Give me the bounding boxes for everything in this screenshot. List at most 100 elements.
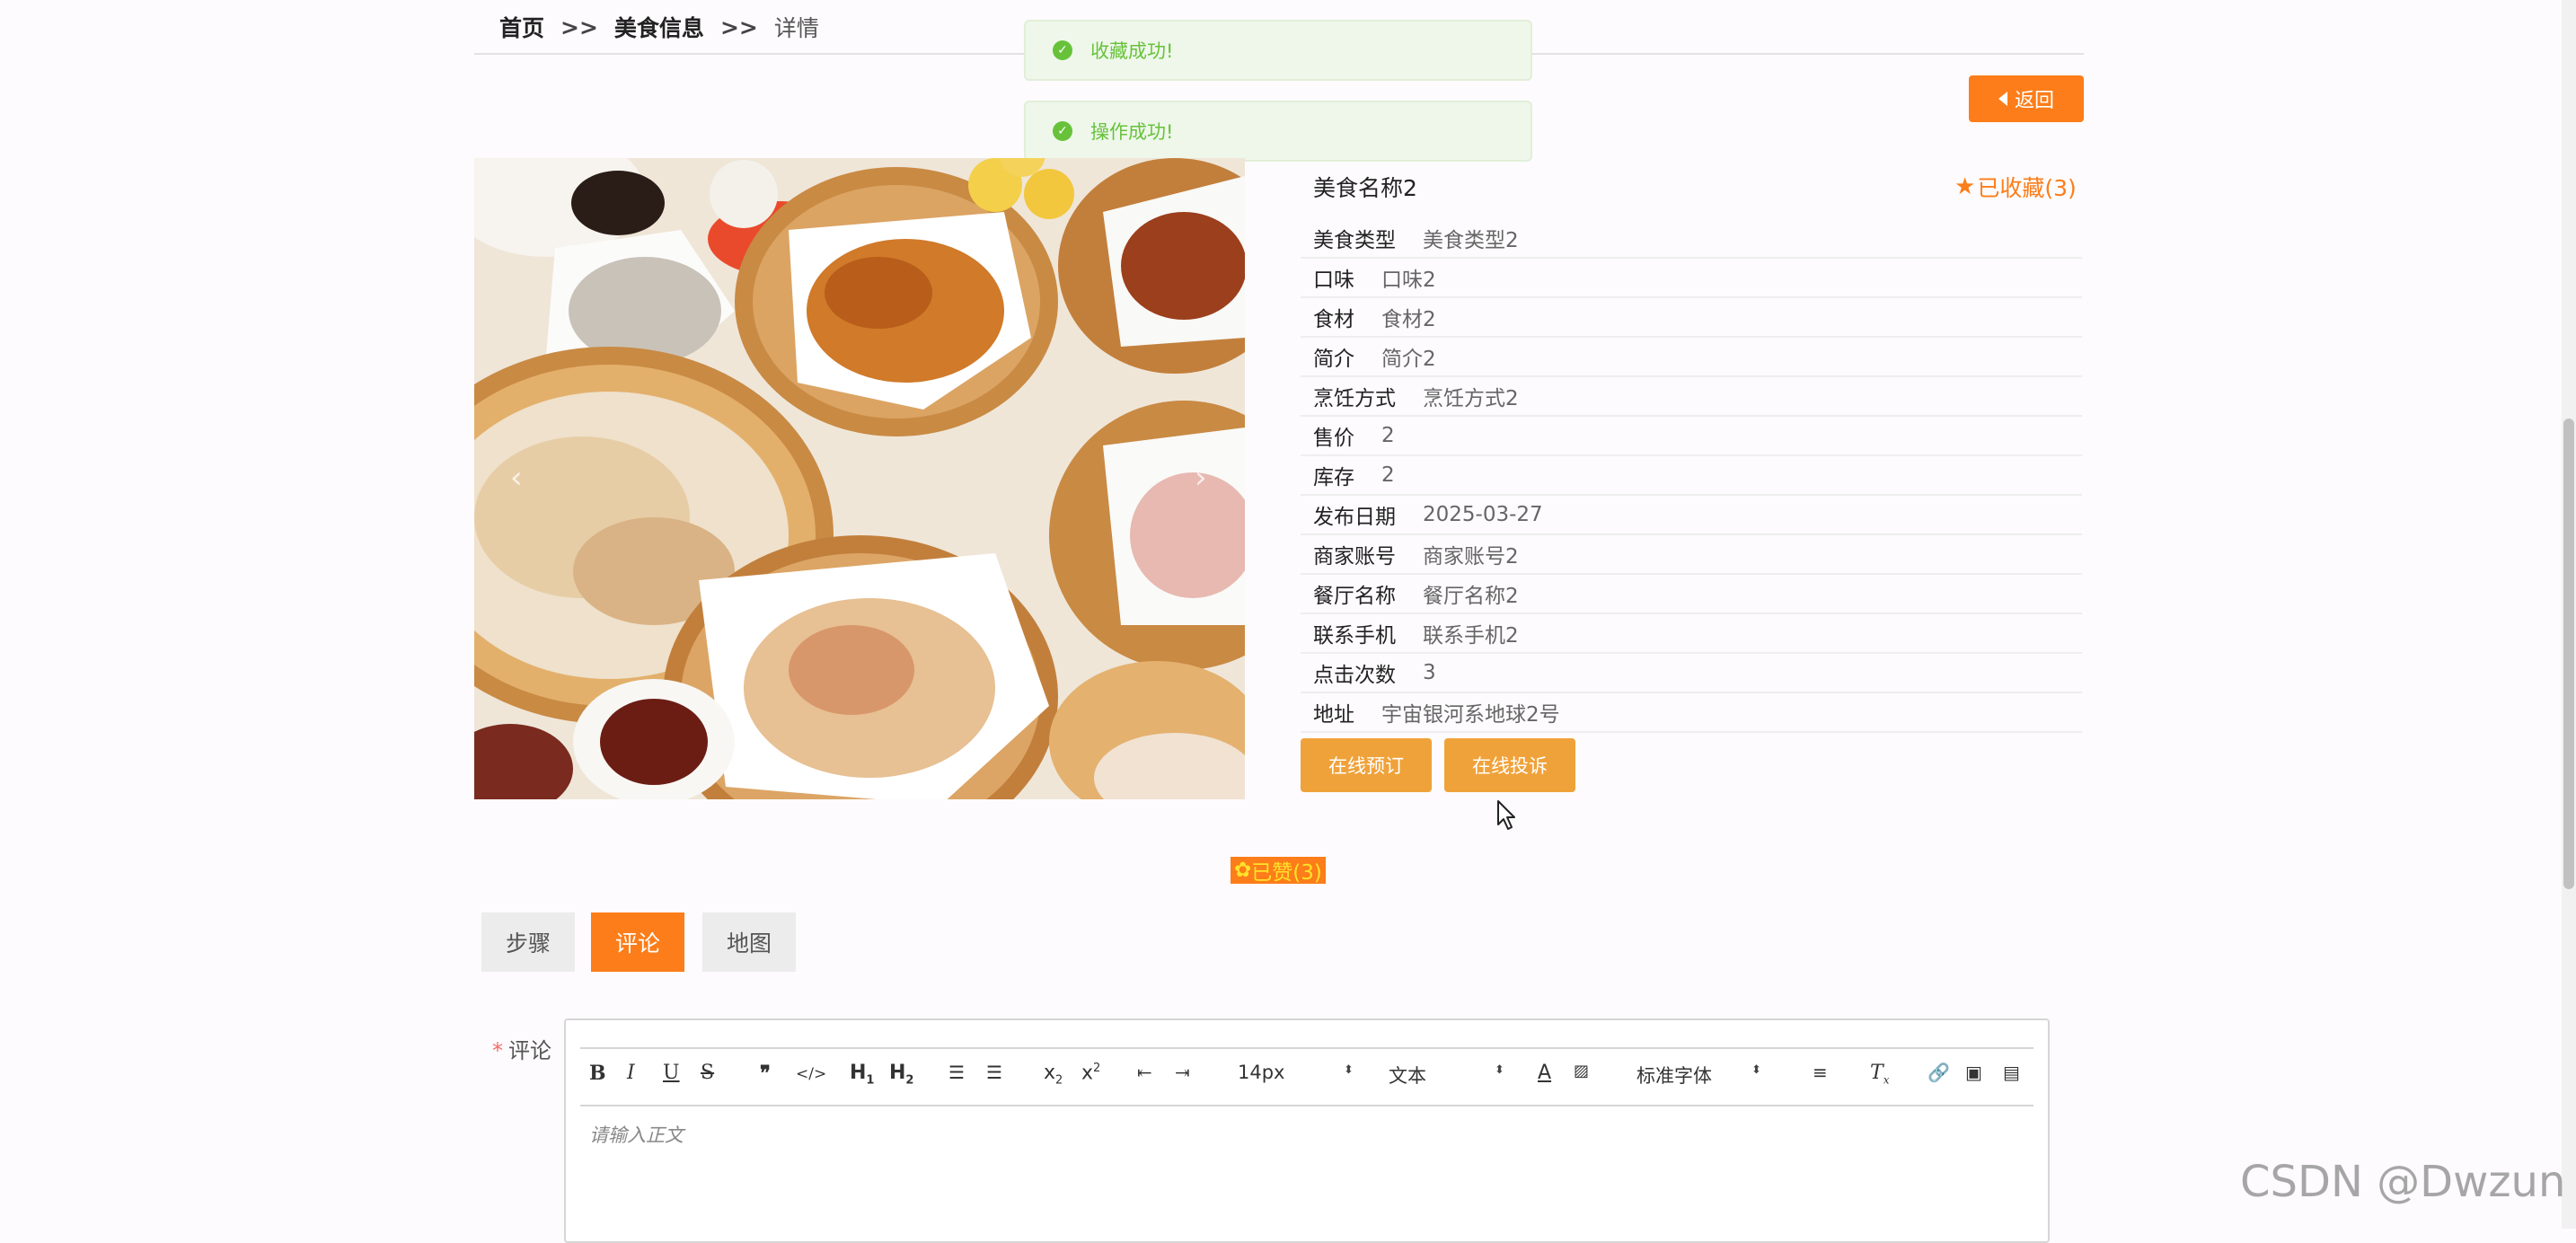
carousel-prev-button[interactable]: ‹: [510, 460, 523, 496]
comment-editor[interactable]: B I U S ❞ </> H1 H2 ☰ ☰ x2 x2 ⇤ ⇥ 14px ⬍ …: [564, 1018, 2050, 1243]
background-color-icon[interactable]: ▨: [1574, 1062, 1589, 1080]
indent-icon[interactable]: ⇥: [1175, 1062, 1190, 1083]
detail-row-label: 地址: [1313, 703, 1354, 727]
carousel-dot[interactable]: [817, 780, 850, 792]
carousel-dot[interactable]: [862, 780, 877, 792]
strikethrough-icon[interactable]: S: [701, 1062, 714, 1084]
detail-row-label: 简介: [1313, 348, 1354, 371]
detail-row: 食材 食材2: [1301, 298, 2082, 338]
detail-row-value: 简介2: [1381, 348, 1436, 371]
detail-row-value: 餐厅名称2: [1423, 585, 1519, 608]
detail-row-label: 发布日期: [1313, 506, 1396, 529]
check-circle-icon: ✓: [1053, 121, 1072, 141]
tab-steps[interactable]: 步骤: [481, 912, 575, 972]
detail-row-label: 商家账号: [1313, 545, 1396, 569]
check-circle-icon: ✓: [1053, 40, 1072, 60]
detail-row: 库存 2: [1301, 456, 2082, 496]
detail-row-label: 食材: [1313, 308, 1354, 331]
breadcrumb: 首页 >> 美食信息 >> 详情: [499, 9, 819, 45]
mouse-cursor-icon: [1497, 800, 1515, 830]
code-block-icon[interactable]: </>: [796, 1065, 826, 1083]
breadcrumb-category[interactable]: 美食信息: [614, 11, 704, 43]
breadcrumb-current: 详情: [773, 15, 819, 41]
complain-online-button[interactable]: 在线投诉: [1444, 738, 1575, 792]
detail-row-value: 商家账号2: [1423, 545, 1519, 569]
page-scrollbar[interactable]: [2562, 0, 2576, 1229]
blockquote-icon[interactable]: ❞: [760, 1062, 771, 1085]
breadcrumb-separator: >>: [560, 13, 598, 40]
detail-row: 美食类型 美食类型2: [1301, 219, 2082, 259]
detail-row-value: 2025-03-27: [1423, 503, 1543, 526]
detail-row: 简介 简介2: [1301, 338, 2082, 377]
clear-format-icon[interactable]: Tx: [1870, 1062, 1889, 1086]
detail-row: 售价 2: [1301, 417, 2082, 456]
required-mark: *: [492, 1038, 503, 1063]
image-icon[interactable]: ▣: [1965, 1062, 1982, 1083]
toast-favorite-success: ✓ 收藏成功!: [1024, 20, 1532, 81]
updown-icon: ⬍: [1344, 1063, 1354, 1077]
ordered-list-icon[interactable]: ☰: [948, 1062, 965, 1083]
align-icon[interactable]: ≡: [1813, 1062, 1828, 1083]
font-color-icon[interactable]: A: [1538, 1062, 1551, 1084]
detail-row: 烹饪方式 烹饪方式2: [1301, 377, 2082, 417]
bold-icon[interactable]: B: [589, 1062, 606, 1085]
text-type-select[interactable]: 文本 ⬍: [1389, 1062, 1505, 1089]
font-family-select[interactable]: 标准字体 ⬍: [1636, 1062, 1762, 1089]
detail-row: 餐厅名称 餐厅名称2: [1301, 575, 2082, 614]
detail-row-label: 烹饪方式: [1313, 387, 1396, 410]
carousel-dot[interactable]: [889, 780, 904, 792]
underline-icon[interactable]: U: [663, 1062, 680, 1084]
tab-comments[interactable]: 评论: [591, 912, 684, 972]
caret-left-icon: [1998, 92, 2007, 106]
video-icon[interactable]: ▤: [2003, 1062, 2020, 1083]
updown-icon: ⬍: [1751, 1063, 1761, 1077]
flower-icon: ✿: [1234, 859, 1252, 882]
outdent-icon[interactable]: ⇤: [1137, 1062, 1152, 1083]
detail-row-value: 2: [1381, 424, 1395, 447]
subscript-icon[interactable]: x2: [1044, 1062, 1063, 1087]
toast-message: 操作成功!: [1090, 121, 1174, 143]
font-size-select[interactable]: 14px ⬍: [1238, 1062, 1354, 1083]
heading-2-icon[interactable]: H2: [889, 1062, 913, 1087]
order-online-button[interactable]: 在线预订: [1301, 738, 1432, 792]
favorite-label: 已收藏(3): [1977, 175, 2077, 201]
comment-label: * 评论: [492, 1038, 551, 1063]
detail-row-value: 3: [1423, 661, 1436, 684]
superscript-icon[interactable]: x2: [1081, 1062, 1100, 1084]
detail-row-value: 宇宙银河系地球2号: [1381, 703, 1560, 727]
toast-message: 收藏成功!: [1090, 40, 1174, 62]
link-icon[interactable]: 🔗: [1928, 1062, 1950, 1083]
tab-map[interactable]: 地图: [702, 912, 796, 972]
dim-sum-photo: [474, 158, 1245, 799]
italic-icon[interactable]: I: [627, 1062, 635, 1084]
favorite-toggle[interactable]: ★ 已收藏(3): [1954, 171, 2077, 203]
detail-row: 联系手机 联系手机2: [1301, 614, 2082, 654]
detail-row-value: 美食类型2: [1423, 229, 1519, 252]
detail-row-label: 点击次数: [1313, 664, 1396, 687]
detail-row-value: 口味2: [1381, 269, 1436, 292]
bullet-list-icon[interactable]: ☰: [986, 1062, 1002, 1083]
updown-icon: ⬍: [1495, 1063, 1504, 1077]
detail-row-value: 食材2: [1381, 308, 1436, 331]
carousel-next-button[interactable]: ›: [1195, 460, 1207, 496]
detail-row: 口味 口味2: [1301, 259, 2082, 298]
detail-row-label: 库存: [1313, 466, 1354, 489]
scrollbar-thumb[interactable]: [2563, 419, 2574, 889]
heading-1-icon[interactable]: H1: [850, 1062, 874, 1087]
detail-row-value: 2: [1381, 463, 1395, 487]
food-name: 美食名称2: [1313, 175, 1417, 201]
detail-row-value: 烹饪方式2: [1423, 387, 1519, 410]
detail-row-label: 餐厅名称: [1313, 585, 1396, 608]
breadcrumb-home[interactable]: 首页: [499, 11, 544, 43]
detail-row-label: 美食类型: [1313, 229, 1396, 252]
detail-row: 发布日期 2025-03-27: [1301, 496, 2082, 535]
detail-row-label: 售价: [1313, 427, 1354, 450]
detail-row: 地址 宇宙银河系地球2号: [1301, 693, 2082, 733]
back-button-label: 返回: [2014, 90, 2054, 112]
image-carousel[interactable]: [474, 158, 1245, 799]
back-button[interactable]: 返回: [1969, 75, 2084, 122]
detail-row-value: 联系手机2: [1423, 624, 1519, 648]
like-button[interactable]: ✿ 已赞(3): [1231, 857, 1326, 885]
carousel-indicators: [817, 780, 904, 792]
detail-row-label: 口味: [1313, 269, 1354, 292]
